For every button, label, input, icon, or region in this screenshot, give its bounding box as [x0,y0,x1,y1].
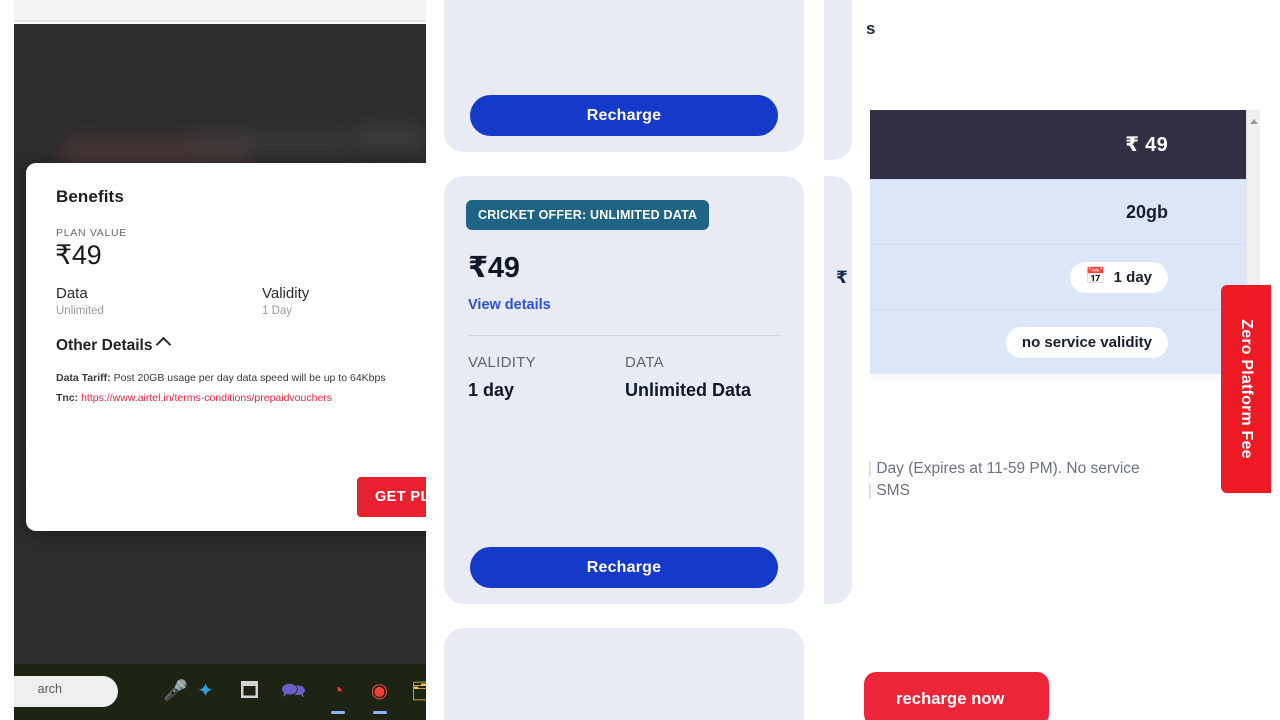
panel-left-benefits-modal: Benefits PLAN VALUE ₹49 Data Unlimited V… [14,0,426,720]
plan-value-amount: ₹49 [55,240,102,270]
data-value: Unlimited [56,305,104,317]
plan-attributes-row: VALIDITY 1 day DATA Unlimited Data [468,354,782,401]
plan-card-next [444,628,804,720]
table-row-validity: 📅 1 day [870,244,1260,309]
other-details-toggle[interactable]: Other Details [56,336,426,355]
page-title: Benefits [56,187,124,206]
loading-ring-icon[interactable]: ◔ [324,678,351,705]
validity-value: 1 day [1113,268,1152,286]
zero-platform-fee-label: Zero Platform Fee [1238,319,1255,459]
validity-value: 1 day [468,380,515,400]
google-chrome-icon[interactable]: ◉ [366,678,393,705]
panel-middle-plan-cards: Recharge CRICKET OFFER: UNLIMITED DATA ₹… [444,0,824,720]
chevron-up-icon [156,336,172,353]
data-tariff-label: Data Tariff: [56,372,111,384]
blurred-content-blob [192,128,352,156]
benefits-grid: Data Unlimited Validity 1 Day [56,285,426,317]
table-row-service-validity: no service validity [870,309,1260,374]
tnc-line: Tnc: https://www.airtel.in/terms-conditi… [56,392,426,404]
recharge-button[interactable]: Recharge [470,95,778,136]
calendar-icon: 📅 [1085,268,1106,285]
clipped-bar: | [868,460,873,477]
blurred-content-blob [354,124,424,150]
validity-label: Validity [262,285,310,302]
plan-value-label: PLAN VALUE [56,227,127,239]
validity-cell: VALIDITY 1 day [468,354,625,401]
table-row-data: 20gb [870,179,1260,244]
file-explorer-icon[interactable]: 🗂 [410,678,426,705]
data-header: DATA [625,354,664,371]
plan-card-top: Recharge [444,0,804,152]
task-view-icon[interactable]: 🗖 [236,678,263,705]
browser-top-strip [14,0,426,22]
other-details-label: Other Details [56,337,153,354]
zero-platform-fee-tab[interactable]: Zero Platform Fee [1221,285,1271,493]
service-validity-pill: no service validity [1005,326,1168,358]
data-tariff-text: Data Tariff: Post 20GB usage per day dat… [56,371,426,387]
data-value: Unlimited Data [625,380,752,400]
divider [468,335,782,336]
copilot-icon[interactable]: ✦ [192,678,219,705]
tnc-label: Tnc: [56,391,79,404]
get-plan-button[interactable]: GET PL [357,477,426,517]
price-value: ₹ 49 [1125,134,1168,156]
note-line-1: Day (Expires at 11-59 PM). No service [876,460,1140,477]
data-cell: DATA Unlimited Data [625,354,782,401]
data-label: Data [56,285,88,302]
windows-taskbar: arch 🎤 ✦ 🗖 🗪 ◔ ◉ 🗂 ◍ [14,664,426,720]
benefits-modal-card: Benefits PLAN VALUE ₹49 Data Unlimited V… [26,163,426,531]
plan-detail-table: ₹ 49 20gb 📅 1 day no service validity [870,110,1260,382]
table-row-price: ₹ 49 [870,110,1260,179]
microsoft-teams-icon[interactable]: 🗪 [280,678,307,705]
data-value: 20gb [1125,201,1168,222]
taskbar-search-box[interactable]: arch [14,676,118,707]
clipped-heading: s [866,19,876,38]
validity-value: 1 Day [262,305,293,317]
plan-note-text: | Day (Expires at 11-59 PM). No service … [868,458,1188,503]
clipped-bar: | [868,482,873,500]
microphone-icon[interactable]: 🎤 [162,678,189,705]
plan-card-cricket-offer: CRICKET OFFER: UNLIMITED DATA ₹49 View d… [444,176,804,604]
clipped-text-slivers: ₹ V V 2 [836,268,852,287]
recharge-now-button[interactable]: recharge now [864,672,1049,720]
data-column: Data Unlimited [56,285,262,317]
validity-pill: 📅 1 day [1069,261,1168,293]
recharge-button[interactable]: Recharge [470,547,778,588]
validity-column: Validity 1 Day [262,285,426,317]
tnc-link[interactable]: https://www.airtel.in/terms-conditions/p… [81,392,332,404]
search-input-text: arch [37,682,62,696]
panel-right-plan-table: ₹ V V 2 s ₹ 49 20gb 📅 1 day no service v… [824,0,1280,720]
overlapping-card-edge [824,0,852,160]
view-details-link[interactable]: View details [468,297,782,313]
scroll-up-arrow-icon[interactable] [1250,119,1258,124]
offer-badge: CRICKET OFFER: UNLIMITED DATA [466,200,710,230]
validity-header: VALIDITY [468,354,536,371]
screenshot-stage: Benefits PLAN VALUE ₹49 Data Unlimited V… [0,0,1280,720]
plan-price: ₹49 [468,252,520,284]
note-line-2: SMS [876,482,910,500]
data-tariff-body: Post 20GB usage per day data speed will … [110,372,386,384]
